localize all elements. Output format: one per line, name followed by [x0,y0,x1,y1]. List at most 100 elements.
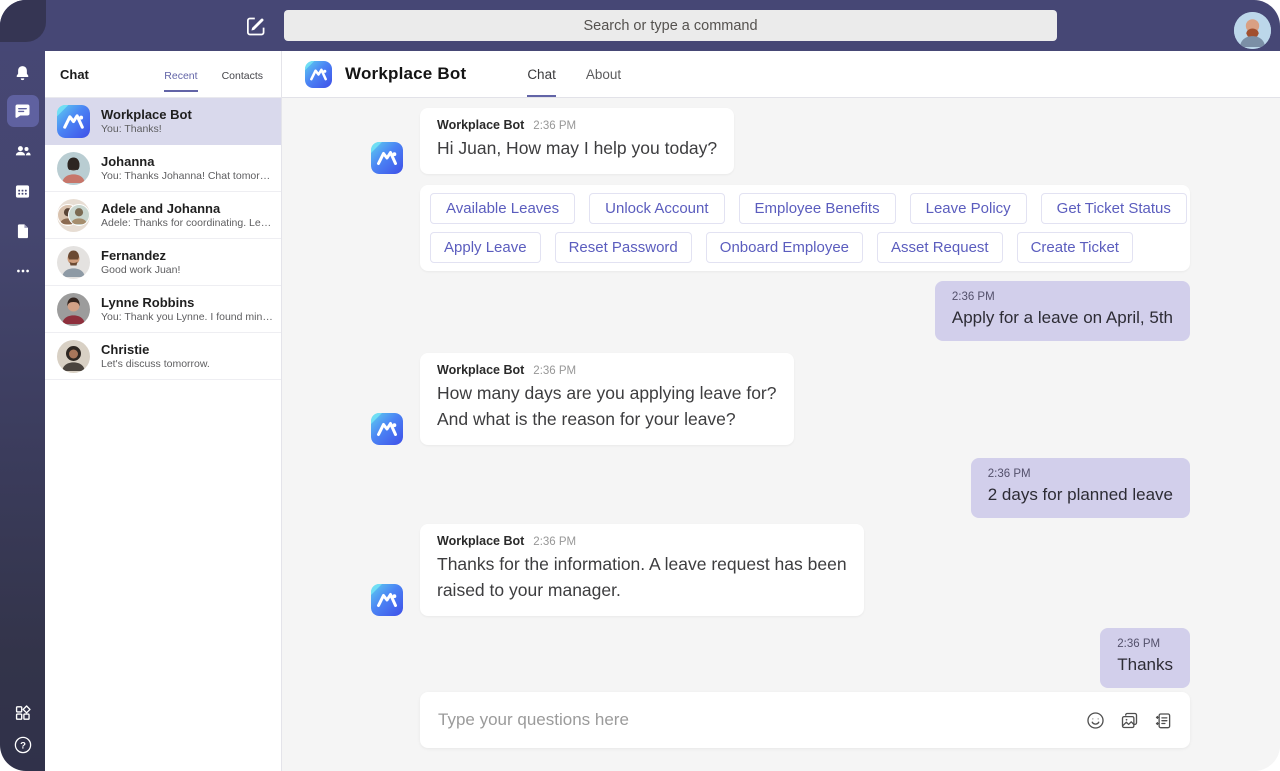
apps-icon [12,702,34,724]
message-input[interactable] [438,710,1085,730]
conversation-name: Fernandez [101,248,180,264]
conversation-adele-and-johanna[interactable]: Adele and Johanna Adele: Thanks for coor… [45,192,281,239]
tab-recent[interactable]: Recent [164,56,197,92]
message-time: 2:36 PM [988,467,1173,481]
avatar [57,152,90,185]
conversation-preview: You: Thank you Lynne. I found minor... [101,311,273,324]
message-text: Thanks [1117,653,1173,677]
message-sender: Workplace Bot [437,534,524,548]
panel-title: Chat [60,67,89,82]
suggestion-reset-password[interactable]: Reset Password [555,232,692,263]
search-input[interactable] [284,10,1057,41]
message-text: Hi Juan, How may I help you today? [437,135,717,161]
window-corner-accent [0,0,46,42]
conversation-list: Workplace Bot You: Thanks! Johanna You: … [45,98,281,380]
new-chat-button[interactable] [243,13,269,39]
workplace-bot-logo-icon [305,61,332,88]
teams-icon [12,140,34,162]
gif-picker-icon[interactable] [1119,710,1140,731]
avatar-group [57,199,90,232]
suggestion-apply-leave[interactable]: Apply Leave [430,232,541,263]
workplace-bot-logo-icon [371,142,403,174]
conversation-name: Adele and Johanna [101,201,273,217]
user-message: 2:36 PM 2 days for planned leave [971,458,1190,518]
workplace-bot-logo-icon [371,413,403,445]
help-icon: ? [12,734,34,756]
user-avatar[interactable] [1234,12,1271,49]
message-composer [420,692,1190,748]
suggestion-create-ticket[interactable]: Create Ticket [1017,232,1133,263]
rail-item-chat[interactable] [7,95,39,127]
user-message: 2:36 PM Apply for a leave on April, 5th [935,281,1190,341]
chat-header: Workplace Bot Chat About [282,51,1280,98]
conversation-preview: You: Thanks! [101,123,192,136]
message-text: And what is the reason for your leave? [437,406,777,432]
conversation-christie[interactable]: Christie Let's discuss tomorrow. [45,333,281,380]
tab-contacts[interactable]: Contacts [222,56,263,92]
rail-item-teams[interactable] [7,135,39,167]
message-time: 2:36 PM [533,365,576,377]
bell-icon [12,63,33,84]
bot-message: Workplace Bot 2:36 PM Hi Juan, How may I… [371,108,734,174]
svg-text:?: ? [20,741,26,752]
conversation-preview: Good work Juan! [101,264,180,277]
rail-item-calendar[interactable] [7,175,39,207]
page-title: Workplace Bot [345,64,466,84]
message-sender: Workplace Bot [437,118,524,132]
conversation-preview: Adele: Thanks for coordinating. Let's... [101,217,273,230]
message-thread: Workplace Bot 2:36 PM Hi Juan, How may I… [282,98,1280,771]
message-time: 2:36 PM [952,290,1173,304]
rail-item-more[interactable] [7,255,39,287]
suggestion-get-ticket-status[interactable]: Get Ticket Status [1041,193,1187,224]
compose-icon [243,26,269,43]
rail-item-help[interactable]: ? [7,729,39,761]
conversation-name: Johanna [101,154,273,170]
chat-list-panel: Chat Recent Contacts Workplace Bot [45,51,282,771]
suggestion-leave-policy[interactable]: Leave Policy [910,193,1027,224]
conversation-lynne-robbins[interactable]: Lynne Robbins You: Thank you Lynne. I fo… [45,286,281,333]
suggestion-unlock-account[interactable]: Unlock Account [589,193,724,224]
message-text: Apply for a leave on April, 5th [952,306,1173,330]
suggestion-available-leaves[interactable]: Available Leaves [430,193,575,224]
rail-item-activity[interactable] [7,57,39,89]
user-message: 2:36 PM Thanks [1100,628,1190,688]
ellipsis-icon [13,261,33,281]
calendar-icon [12,181,33,202]
conversation-name: Christie [101,342,210,358]
message-time: 2:36 PM [533,536,576,548]
message-time: 2:36 PM [1117,637,1173,651]
message-text: Thanks for the information. A leave requ… [437,551,847,577]
avatar [57,246,90,279]
rail-item-files[interactable] [7,215,39,247]
message-sender: Workplace Bot [437,363,524,377]
workplace-bot-logo-icon [371,584,403,616]
conversation-workplace-bot[interactable]: Workplace Bot You: Thanks! [45,98,281,145]
suggestion-asset-request[interactable]: Asset Request [877,232,1003,263]
sticker-icon[interactable] [1153,710,1174,731]
workplace-bot-logo-icon [57,105,90,138]
message-time: 2:36 PM [533,120,576,132]
suggested-actions: Available Leaves Unlock Account Employee… [420,185,1190,271]
tab-chat[interactable]: Chat [527,51,556,97]
bot-message: Workplace Bot 2:36 PM How many days are … [371,353,794,445]
tab-about[interactable]: About [586,51,621,97]
chat-panel-header: Chat Recent Contacts [45,51,281,98]
conversation-johanna[interactable]: Johanna You: Thanks Johanna! Chat tomorr… [45,145,281,192]
message-text: How many days are you applying leave for… [437,380,777,406]
conversation-preview: You: Thanks Johanna! Chat tomorrow. [101,170,273,183]
suggestion-employee-benefits[interactable]: Employee Benefits [739,193,896,224]
app-rail: ? [0,0,45,771]
app-window: ? Chat Recent Contacts [0,0,1280,771]
chat-icon [12,101,33,122]
avatar [57,293,90,326]
emoji-icon[interactable] [1085,710,1106,731]
message-text: 2 days for planned leave [988,483,1173,507]
bot-message: Workplace Bot 2:36 PM Thanks for the inf… [371,524,864,616]
suggestion-onboard-employee[interactable]: Onboard Employee [706,232,863,263]
conversation-fernandez[interactable]: Fernandez Good work Juan! [45,239,281,286]
conversation-name: Lynne Robbins [101,295,273,311]
conversation-preview: Let's discuss tomorrow. [101,358,210,371]
message-text: raised to your manager. [437,577,847,603]
avatar [57,340,90,373]
rail-item-apps[interactable] [7,697,39,729]
